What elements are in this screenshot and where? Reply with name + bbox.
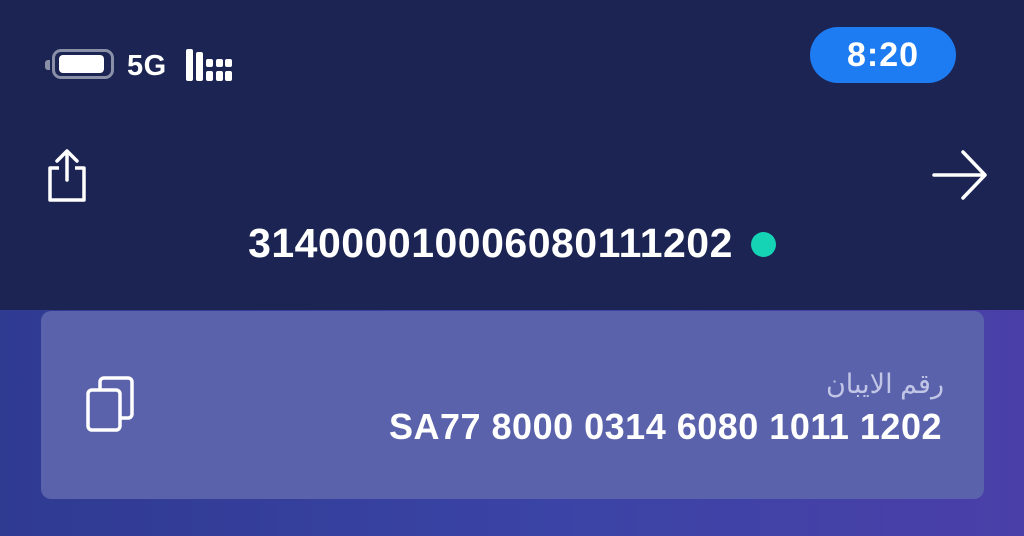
account-number: 314000010006080111202: [248, 220, 733, 266]
copy-icon: [86, 376, 134, 432]
network-type: 5G: [127, 50, 167, 82]
battery-icon: [52, 49, 114, 79]
time-display: 8:20: [810, 27, 956, 83]
iban-card: [41, 311, 984, 499]
forward-button[interactable]: [928, 146, 990, 204]
signal-bars-icon: [186, 49, 232, 81]
iban-value[interactable]: SA77 8000 0314 6080 1011 1202: [389, 406, 942, 448]
time-text: 8:20: [846, 35, 920, 74]
arrow-right-icon: [932, 150, 987, 200]
active-status-dot: [750, 231, 776, 257]
account-row: 314000010006080111202: [0, 218, 1024, 268]
share-icon: [48, 149, 86, 202]
battery-level: [59, 55, 104, 73]
iban-label: رقم الايبان: [825, 369, 944, 399]
copy-iban-button[interactable]: [80, 374, 140, 438]
app-screen: 5G 8:20 314000010006080111202 رقم الايبا…: [0, 0, 1024, 536]
share-button[interactable]: [42, 146, 92, 204]
battery-cap: [45, 60, 50, 70]
status-bar: 5G 8:20: [0, 0, 1024, 110]
